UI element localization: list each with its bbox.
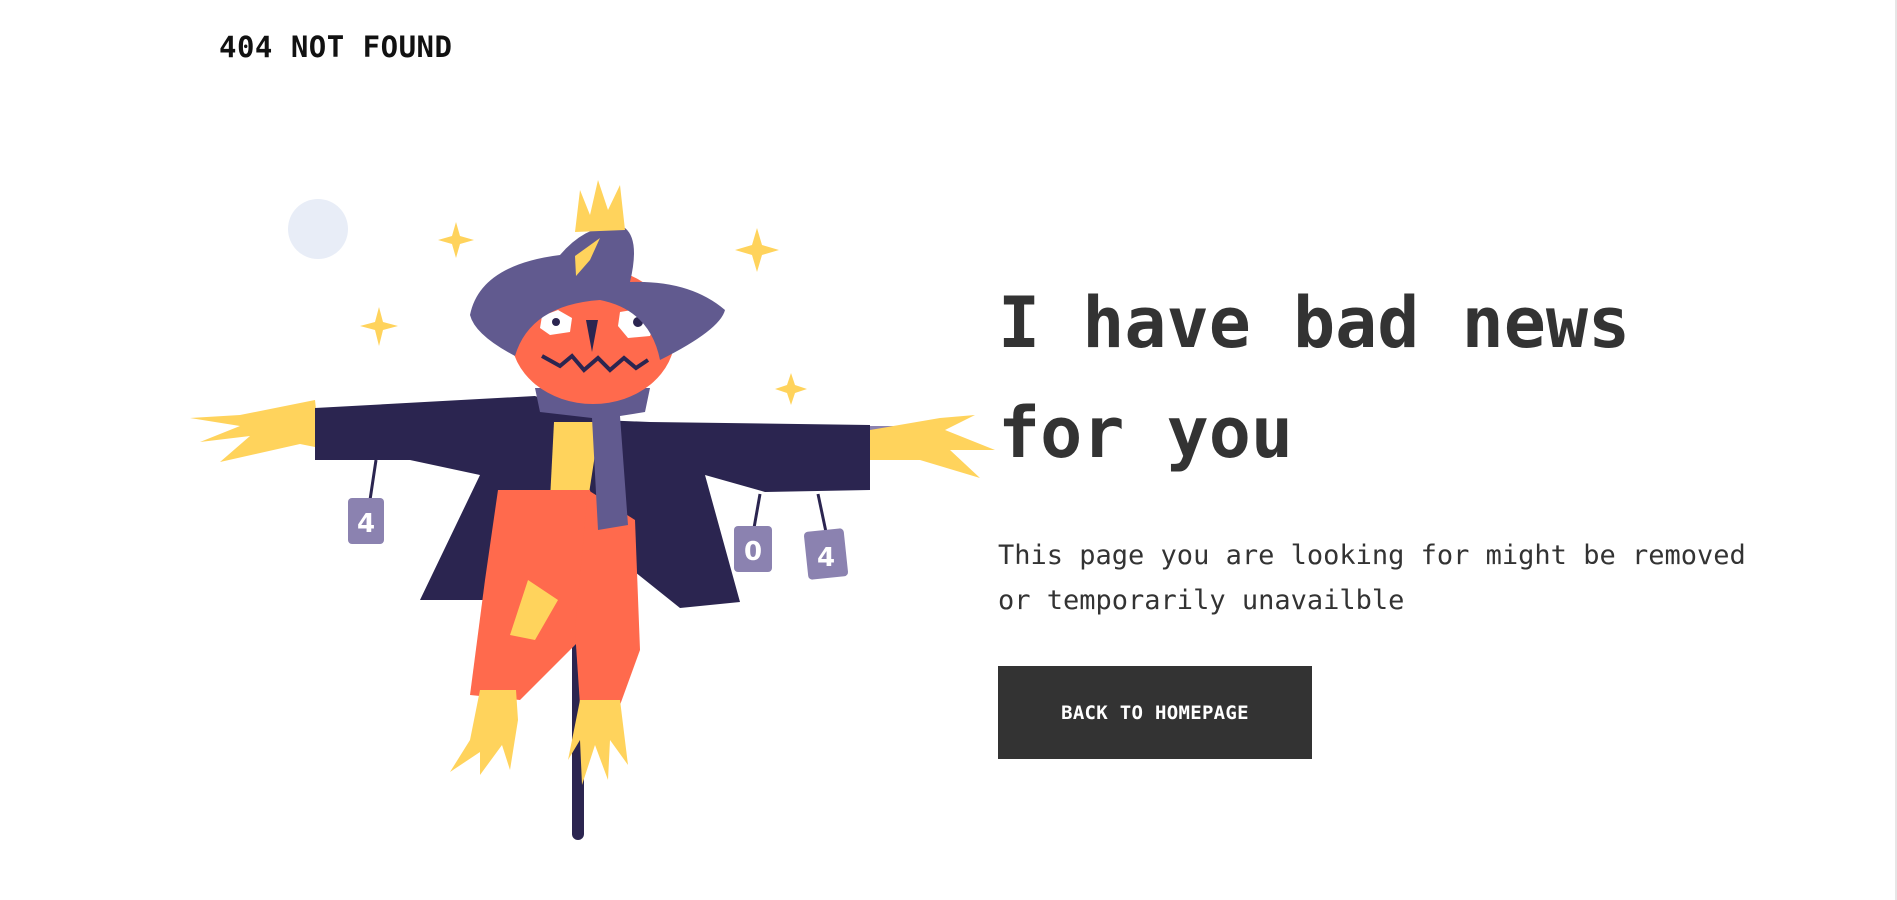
can-label-3: 4 (817, 543, 835, 573)
moon-icon (288, 199, 348, 259)
straw-left-foot (450, 690, 518, 775)
hat-straw (575, 180, 625, 232)
page-message: This page you are looking for might be r… (998, 540, 1746, 616)
can-label-1: 4 (357, 509, 375, 539)
straw-right-hand (870, 415, 995, 478)
sparkle-icon (360, 307, 398, 346)
site-title: 404 NOT FOUND (219, 30, 453, 64)
page: 404 NOT FOUND 4 0 4 I have bad news for … (0, 0, 1897, 900)
page-headline: I have bad news for you (998, 282, 1631, 474)
scarecrow-illustration: 4 0 4 (180, 160, 1010, 860)
sparkle-icon (735, 228, 779, 272)
sparkle-icon (775, 373, 807, 405)
sparkle-icon (438, 222, 474, 258)
straw-left-hand (190, 400, 320, 462)
back-to-homepage-button[interactable]: BACK TO HOMEPAGE (998, 666, 1312, 759)
can-label-2: 0 (744, 537, 762, 567)
